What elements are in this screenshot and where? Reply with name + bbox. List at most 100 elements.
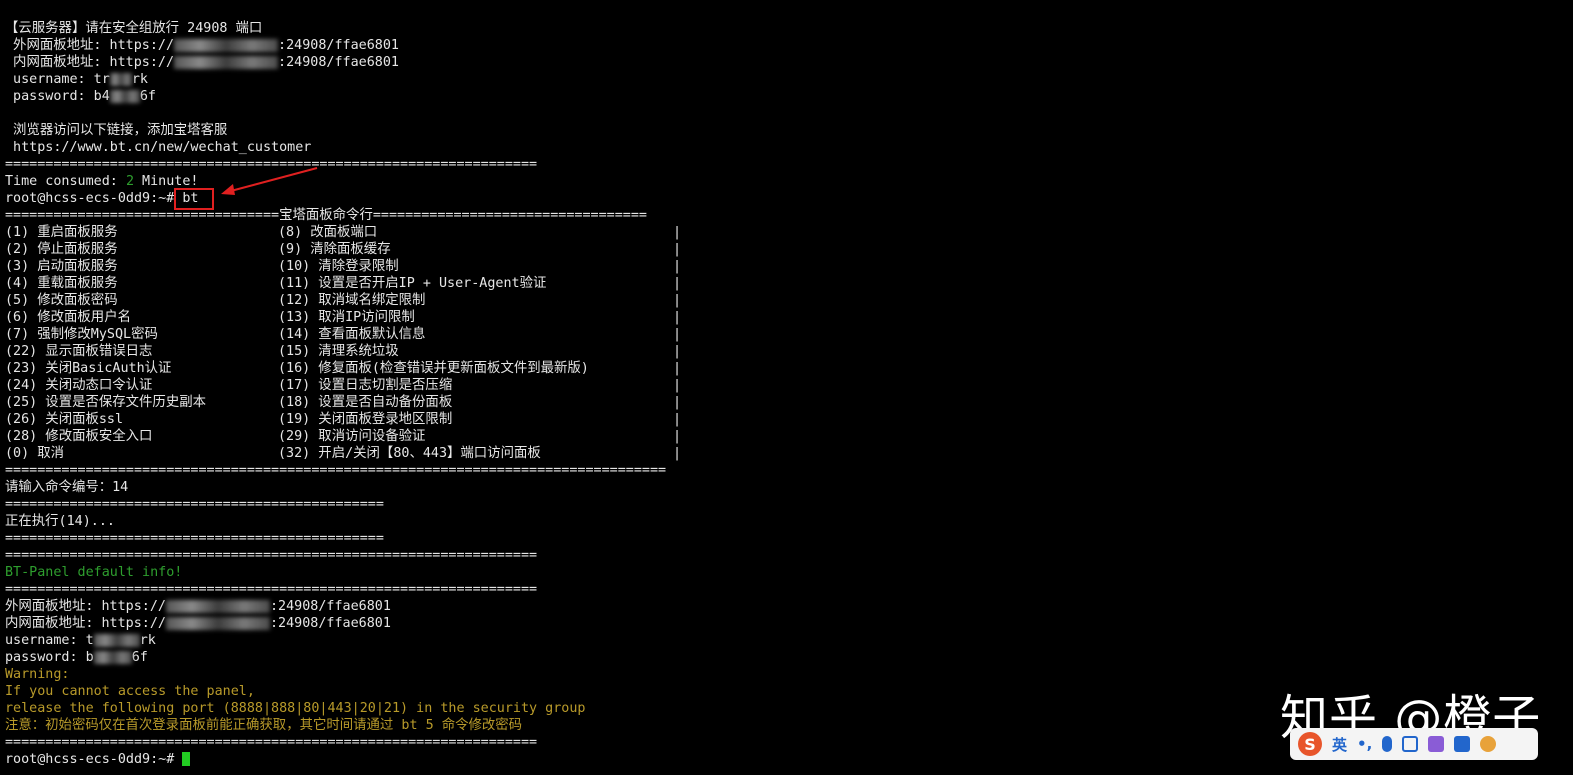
divider: ========================================… [5, 582, 538, 597]
avatar-icon[interactable] [1480, 736, 1497, 752]
username-line: username: tr rk [5, 72, 148, 87]
external-panel-address: 外网面板地址: https://:24908/ffae6801 [5, 599, 391, 614]
menu-item: (22) 显示面板错误日志 [5, 344, 153, 359]
menu-row: (4) 重载面板服务 (11) 设置是否开启IP + User-Agent验证 | [5, 275, 681, 292]
terminal-output[interactable]: 【云服务器】请在安全组放行 24908 端口 外网面板地址: https://:… [5, 20, 681, 768]
menu-border: | [673, 310, 682, 325]
menu-border: | [673, 242, 682, 257]
password-line: password: b 6f [5, 650, 148, 665]
menu-item: (14) 查看面板默认信息 [278, 327, 426, 342]
ime-language-toggle[interactable]: 英 [1332, 734, 1347, 755]
menu-row: (2) 停止面板服务 (9) 清除面板缓存 | [5, 241, 681, 258]
menu-item: (17) 设置日志切割是否压缩 [278, 378, 453, 393]
menu-row: (24) 关闭动态口令认证 (17) 设置日志切割是否压缩 | [5, 377, 681, 394]
redacted-ip [165, 616, 270, 630]
ime-punctuation-toggle[interactable]: •, [1357, 735, 1372, 753]
menu-item: (4) 重载面板服务 [5, 276, 118, 291]
menu-border: | [673, 378, 682, 393]
menu-border: | [673, 259, 682, 274]
menu-item: (3) 启动面板服务 [5, 259, 118, 274]
keyboard-icon[interactable] [1402, 736, 1419, 752]
menu-row: (1) 重启面板服务 (8) 改面板端口 | [5, 224, 681, 241]
menu-row: (5) 修改面板密码 (12) 取消域名绑定限制 | [5, 292, 681, 309]
menu-row: (0) 取消 (32) 开启/关闭【80、443】端口访问面板 | [5, 445, 681, 462]
divider: ========================================… [5, 497, 384, 512]
text-cursor [182, 752, 191, 766]
external-panel-address: 外网面板地址: https://:24908/ffae6801 [5, 38, 399, 53]
password-line: password: b4 6f [5, 89, 156, 104]
menu-item: (15) 清理系统垃圾 [278, 344, 399, 359]
warning-label: Warning: [5, 667, 70, 682]
menu-item: (10) 清除登录限制 [278, 259, 399, 274]
menu-item: (0) 取消 [5, 446, 65, 461]
toolbox-icon[interactable] [1454, 736, 1471, 752]
warning-line-1: If you cannot access the panel, [5, 684, 255, 699]
password-notice: 注意：初始密码仅在首次登录面板前能正确获取，其它时间请通过 bt 5 命令修改密… [5, 718, 523, 733]
menu-item: (18) 设置是否自动备份面板 [278, 395, 453, 410]
menu-row: (23) 关闭BasicAuth认证 (16) 修复面板(检查错误并更新面板文件到… [5, 360, 681, 377]
redacted-ip [174, 38, 279, 52]
ime-toolbar[interactable]: S 英 •, [1290, 728, 1538, 760]
divider: ========================================… [5, 157, 538, 172]
menu-item: (25) 设置是否保存文件历史副本 [5, 395, 206, 410]
cloud-server-notice: 【云服务器】请在安全组放行 24908 端口 [5, 21, 263, 36]
menu-border: | [673, 327, 682, 342]
menu-border: | [673, 276, 682, 291]
menu-item: (24) 关闭动态口令认证 [5, 378, 153, 393]
menu-row: (25) 设置是否保存文件历史副本 (18) 设置是否自动备份面板 | [5, 394, 681, 411]
menu-border: | [673, 344, 682, 359]
skin-icon[interactable] [1428, 736, 1445, 752]
time-consumed: Time consumed: 2 Minute! [5, 174, 199, 189]
username-line: username: t rk [5, 633, 156, 648]
menu-row: (6) 修改面板用户名 (13) 取消IP访问限制 | [5, 309, 681, 326]
microphone-icon[interactable] [1382, 736, 1393, 752]
menu-list: (1) 重启面板服务 (8) 改面板端口 | (2) 停止面板服务 (9) 清除面板缓存… [5, 224, 681, 462]
menu-item: (23) 关闭BasicAuth认证 [5, 361, 172, 376]
menu-row: (28) 修改面板安全入口 (29) 取消访问设备验证 | [5, 428, 681, 445]
menu-item: (5) 修改面板密码 [5, 293, 118, 308]
menu-item: (11) 设置是否开启IP + User-Agent验证 [278, 276, 547, 291]
menu-row: (7) 强制修改MySQL密码 (14) 查看面板默认信息 | [5, 326, 681, 343]
warning-line-2: release the following port (8888|888|80|… [5, 701, 586, 716]
menu-border: | [673, 361, 682, 376]
divider: ========================================… [5, 531, 384, 546]
command-line: root@hcss-ecs-0dd9:~# bt [5, 191, 199, 206]
command-highlight-box [174, 188, 214, 210]
running-status: 正在执行(14)... [5, 514, 115, 529]
redacted-text [109, 89, 140, 103]
final-prompt[interactable]: root@hcss-ecs-0dd9:~# [5, 751, 666, 768]
divider: ========================================… [5, 548, 538, 563]
menu-title: 宝塔面板命令行 [279, 208, 373, 223]
menu-item: (7) 强制修改MySQL密码 [5, 327, 158, 342]
menu-item: (2) 停止面板服务 [5, 242, 118, 257]
internal-panel-address: 内网面板地址: https://:24908/ffae6801 [5, 55, 399, 70]
divider: ========================================… [5, 735, 538, 750]
browser-hint: 浏览器访问以下链接，添加宝塔客服 [5, 123, 228, 138]
menu-border: | [673, 446, 682, 461]
menu-item: (29) 取消访问设备验证 [278, 429, 426, 444]
internal-panel-address: 内网面板地址: https://:24908/ffae6801 [5, 616, 391, 631]
menu-item: (16) 修复面板(检查错误并更新面板文件到最新版) [278, 361, 589, 376]
redacted-text [93, 633, 140, 647]
annotation-arrow-icon [221, 167, 318, 195]
menu-border: | [673, 395, 682, 410]
sogou-logo-icon[interactable]: S [1298, 732, 1322, 756]
menu-border: | [673, 225, 682, 240]
input-prompt: 请输入命令编号：14 [5, 480, 129, 495]
menu-header: ==================================宝塔面板命令… [5, 208, 647, 223]
menu-border: | [673, 429, 682, 444]
redacted-text [109, 72, 132, 86]
redacted-ip [165, 599, 270, 613]
menu-footer: ========================================… [5, 463, 667, 478]
menu-row: (22) 显示面板错误日志 (15) 清理系统垃圾 | [5, 343, 681, 360]
redacted-text [93, 650, 132, 664]
info-title: BT-Panel default info! [5, 565, 183, 580]
menu-item: (19) 关闭面板登录地区限制 [278, 412, 453, 427]
menu-item: (26) 关闭面板ssl [5, 412, 124, 427]
customer-link[interactable]: https://www.bt.cn/new/wechat_customer [5, 139, 666, 156]
menu-item: (9) 清除面板缓存 [278, 242, 391, 257]
menu-item: (8) 改面板端口 [278, 225, 378, 240]
menu-item: (28) 修改面板安全入口 [5, 429, 153, 444]
menu-row: (3) 启动面板服务 (10) 清除登录限制 | [5, 258, 681, 275]
